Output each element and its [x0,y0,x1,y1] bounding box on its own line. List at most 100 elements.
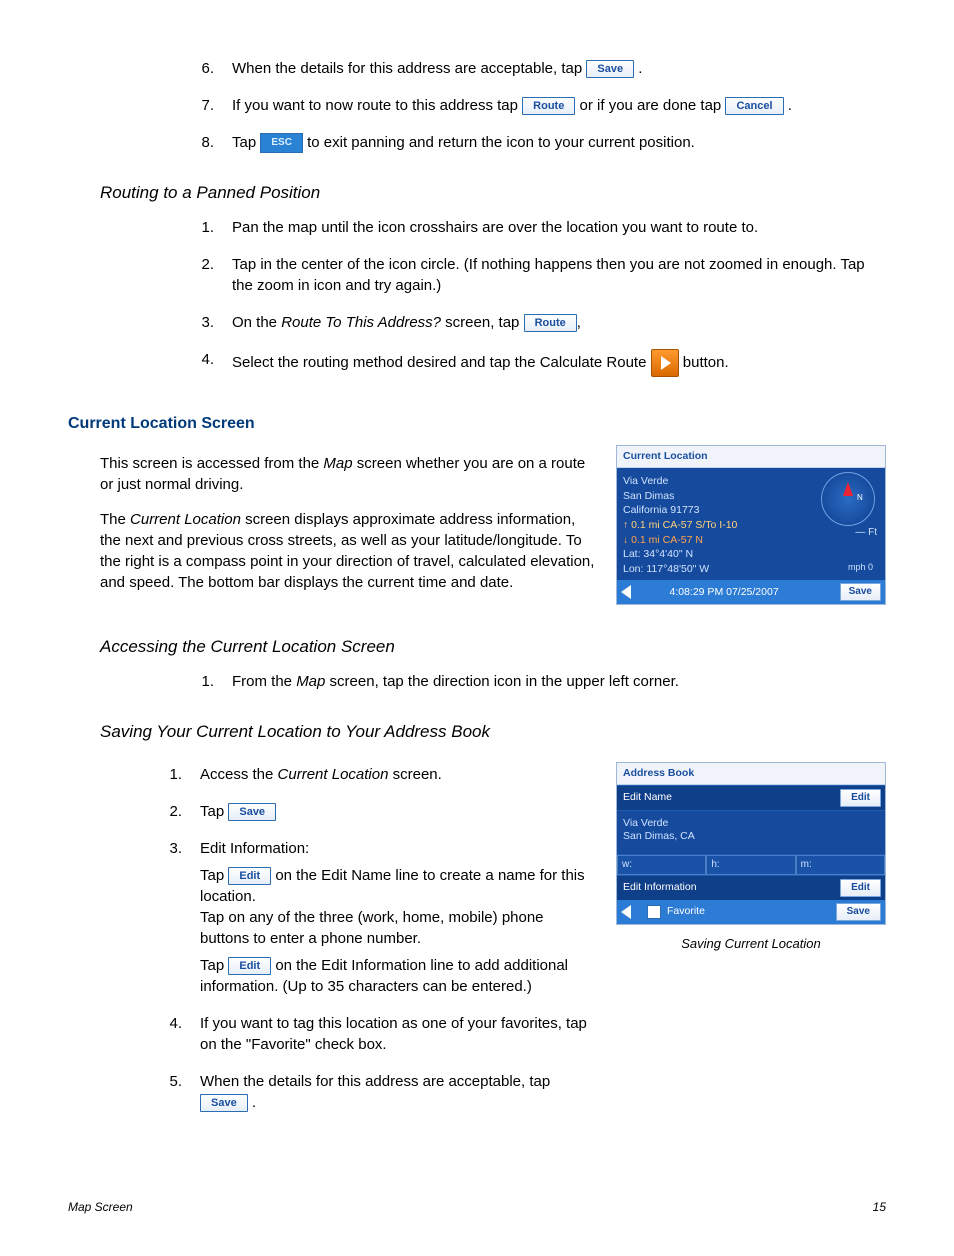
routing-step-3: 3. On the Route To This Address? screen,… [170,312,886,333]
text: Tap [232,134,260,151]
footer-page-number: 15 [873,1199,886,1216]
text: The [100,511,130,528]
address-book-screenshot: Address Book Edit Name Edit Via Verde Sa… [616,762,886,925]
save-button[interactable]: Save [586,60,634,78]
back-icon[interactable] [621,905,631,919]
text: Edit Information: [200,838,592,859]
text: screen. [388,766,441,783]
back-icon[interactable] [621,585,631,599]
current-location-screenshot: Current Location Via Verde San Dimas Cal… [616,445,886,605]
text: screen, tap [441,314,524,331]
edit-button[interactable]: Edit [228,867,271,885]
text: . [638,60,642,77]
routing-step-1: 1. Pan the map until the icon crosshairs… [170,217,886,238]
route-button[interactable]: Route [524,314,577,332]
text: . [788,97,792,114]
text: This screen is accessed from the [100,455,323,472]
text: Tap [200,867,228,884]
text: If you want to tag this location as one … [200,1013,600,1055]
save-button[interactable]: Save [200,1094,248,1112]
text: . [252,1094,256,1111]
edit-button[interactable]: Edit [228,957,271,975]
subhead-saving: Saving Your Current Location to Your Add… [100,720,886,744]
access-step-1: 1. From the Map screen, tap the directio… [170,671,886,692]
text: Access the [200,766,278,783]
cl-speed: mph 0 [848,561,873,574]
cls-para-2: The Current Location screen displays app… [100,509,600,593]
saving-step-3: 3. Edit Information: Tap Edit on the Edi… [138,838,600,997]
ab-edit-info-row: Edit Information Edit [617,875,885,900]
esc-button[interactable]: ESC [260,133,303,153]
step-num-7: 7. [170,95,232,116]
cl-elevation: — Ft [855,526,877,540]
step-body-8: Tap ESC to exit panning and return the i… [232,132,886,153]
favorite-label: Favorite [667,904,705,919]
phone-work[interactable]: w: [617,855,706,875]
edit-button[interactable]: Edit [840,879,881,897]
page-footer: Map Screen 15 [68,1199,886,1216]
step-num-8: 8. [170,132,232,153]
text: From the [232,673,296,690]
phone-home[interactable]: h: [706,855,795,875]
cl-prev-cross: ↓ 0.1 mi CA-57 N [623,533,879,548]
text: Select the routing method desired and ta… [232,354,651,371]
text: button. [683,354,729,371]
screen-name: Route To This Address? [281,314,441,331]
text: If you want to now route to this address… [232,97,522,114]
cl-lat: Lat: 34°4'40" N [623,547,879,562]
step-8: 8. Tap ESC to exit panning and return th… [170,132,886,153]
phone-mobile[interactable]: m: [796,855,885,875]
ab-title: Address Book [617,763,885,785]
heading-current-location-screen: Current Location Screen [68,413,886,435]
ab-phone-row: w: h: m: [617,854,885,875]
text: Tap [200,957,228,974]
ab-addr1: Via Verde [623,817,879,831]
cl-title: Current Location [617,446,885,468]
footer-left: Map Screen [68,1199,133,1216]
save-button[interactable]: Save [840,583,881,601]
screen-name: Current Location [130,511,241,528]
calculate-route-icon[interactable] [651,349,679,377]
step-body-7: If you want to now route to this address… [232,95,886,116]
ab-addr2: San Dimas, CA [623,830,879,844]
route-button[interactable]: Route [522,97,575,115]
text: or if you are done tap [580,97,726,114]
subhead-routing: Routing to a Panned Position [100,181,886,205]
saving-step-2: 2. Tap Save [138,801,600,822]
favorite-checkbox[interactable] [647,905,661,919]
screen-name: Current Location [278,766,389,783]
step-num-6: 6. [170,58,232,79]
label: Edit Information [623,880,697,895]
cancel-button[interactable]: Cancel [725,97,783,115]
screen-name: Map [296,673,325,690]
cl-footer: 4:08:29 PM 07/25/2007 Save [617,580,885,604]
text: to exit panning and return the icon to y… [307,134,695,151]
text: On the [232,314,281,331]
saving-step-5: 5. When the details for this address are… [138,1071,600,1113]
text: , [577,314,581,331]
text: Pan the map until the icon crosshairs ar… [232,217,886,238]
text: screen, tap the direction icon in the up… [325,673,679,690]
cls-para-1: This screen is accessed from the Map scr… [100,453,600,495]
step-7: 7. If you want to now route to this addr… [170,95,886,116]
saving-step-1: 1. Access the Current Location screen. [138,764,600,785]
step-body-6: When the details for this address are ac… [232,58,886,79]
routing-step-2: 2. Tap in the center of the icon circle.… [170,254,886,296]
cl-lon: Lon: 117°48'50" W [623,562,879,577]
compass-icon [821,472,875,526]
edit-button[interactable]: Edit [840,789,881,807]
screen-name: Map [323,455,352,472]
save-button[interactable]: Save [228,803,276,821]
routing-step-4: 4. Select the routing method desired and… [170,349,886,377]
text: Tap in the center of the icon circle. (I… [232,254,886,296]
text: When the details for this address are ac… [232,60,586,77]
step-6: 6. When the details for this address are… [170,58,886,79]
ab-footer: Favorite Save [617,900,885,924]
text: Tap [200,803,228,820]
cl-datetime: 4:08:29 PM 07/25/2007 [669,585,778,600]
ab-edit-name-row: Edit Name Edit [617,785,885,810]
ab-caption: Saving Current Location [616,935,886,953]
save-button[interactable]: Save [836,903,881,921]
label: Edit Name [623,790,672,805]
subhead-accessing: Accessing the Current Location Screen [100,635,886,659]
